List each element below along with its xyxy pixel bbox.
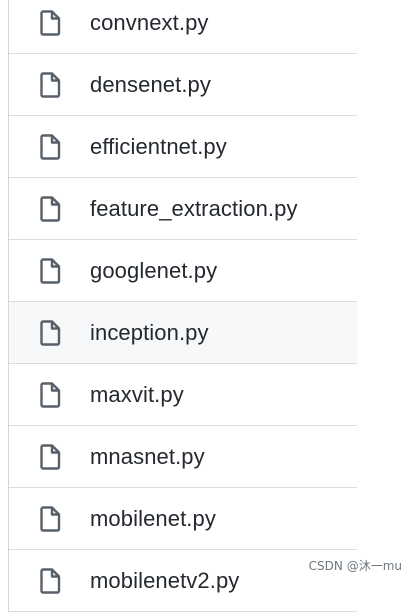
file-name-link[interactable]: maxvit.py bbox=[90, 382, 184, 408]
file-icon bbox=[39, 133, 61, 160]
file-name-link[interactable]: convnext.py bbox=[90, 10, 209, 36]
file-row-maxvit[interactable]: maxvit.py bbox=[9, 364, 357, 426]
file-icon bbox=[39, 319, 61, 346]
file-row-mobilenetv2[interactable]: mobilenetv2.py bbox=[9, 550, 357, 612]
file-name-link[interactable]: feature_extraction.py bbox=[90, 196, 298, 222]
file-row-inception[interactable]: inception.py bbox=[9, 302, 357, 364]
file-icon bbox=[39, 381, 61, 408]
file-name-link[interactable]: mnasnet.py bbox=[90, 444, 205, 470]
file-icon bbox=[39, 505, 61, 532]
file-name-link[interactable]: mobilenet.py bbox=[90, 506, 216, 532]
file-name-link[interactable]: mobilenetv2.py bbox=[90, 568, 239, 594]
file-icon bbox=[39, 71, 61, 98]
file-icon bbox=[39, 9, 61, 36]
file-icon bbox=[39, 567, 61, 594]
file-name-link[interactable]: efficientnet.py bbox=[90, 134, 227, 160]
file-name-link[interactable]: densenet.py bbox=[90, 72, 211, 98]
file-list: convnext.py densenet.py efficientnet.py … bbox=[8, 0, 357, 612]
file-row-mnasnet[interactable]: mnasnet.py bbox=[9, 426, 357, 488]
watermark: CSDN @沐一mu bbox=[308, 559, 402, 573]
file-icon bbox=[39, 195, 61, 222]
file-row-densenet[interactable]: densenet.py bbox=[9, 54, 357, 116]
file-row-feature-extraction[interactable]: feature_extraction.py bbox=[9, 178, 357, 240]
file-icon bbox=[39, 257, 61, 284]
file-row-googlenet[interactable]: googlenet.py bbox=[9, 240, 357, 302]
file-name-link[interactable]: googlenet.py bbox=[90, 258, 217, 284]
file-name-link[interactable]: inception.py bbox=[90, 320, 209, 346]
file-icon bbox=[39, 443, 61, 470]
file-row-mobilenet[interactable]: mobilenet.py bbox=[9, 488, 357, 550]
file-row-convnext[interactable]: convnext.py bbox=[9, 0, 357, 54]
file-row-efficientnet[interactable]: efficientnet.py bbox=[9, 116, 357, 178]
